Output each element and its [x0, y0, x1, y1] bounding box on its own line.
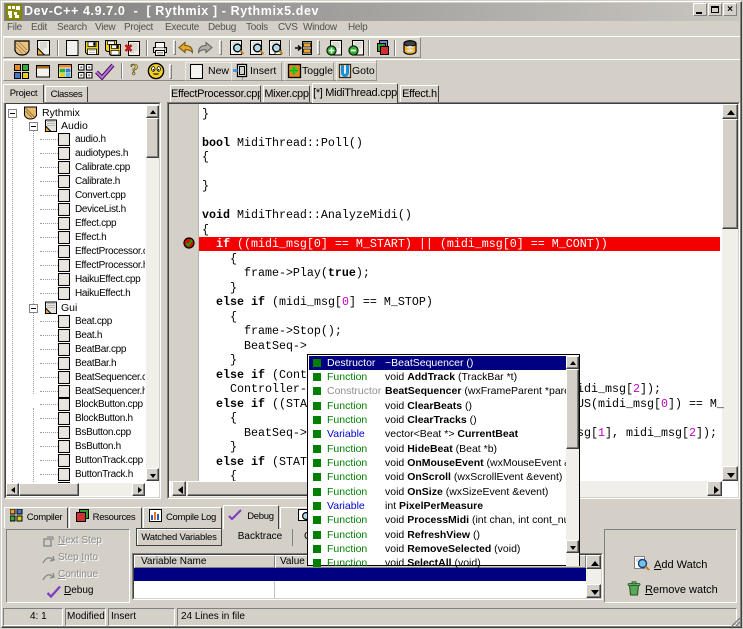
svg-text:?: ? [130, 60, 139, 79]
